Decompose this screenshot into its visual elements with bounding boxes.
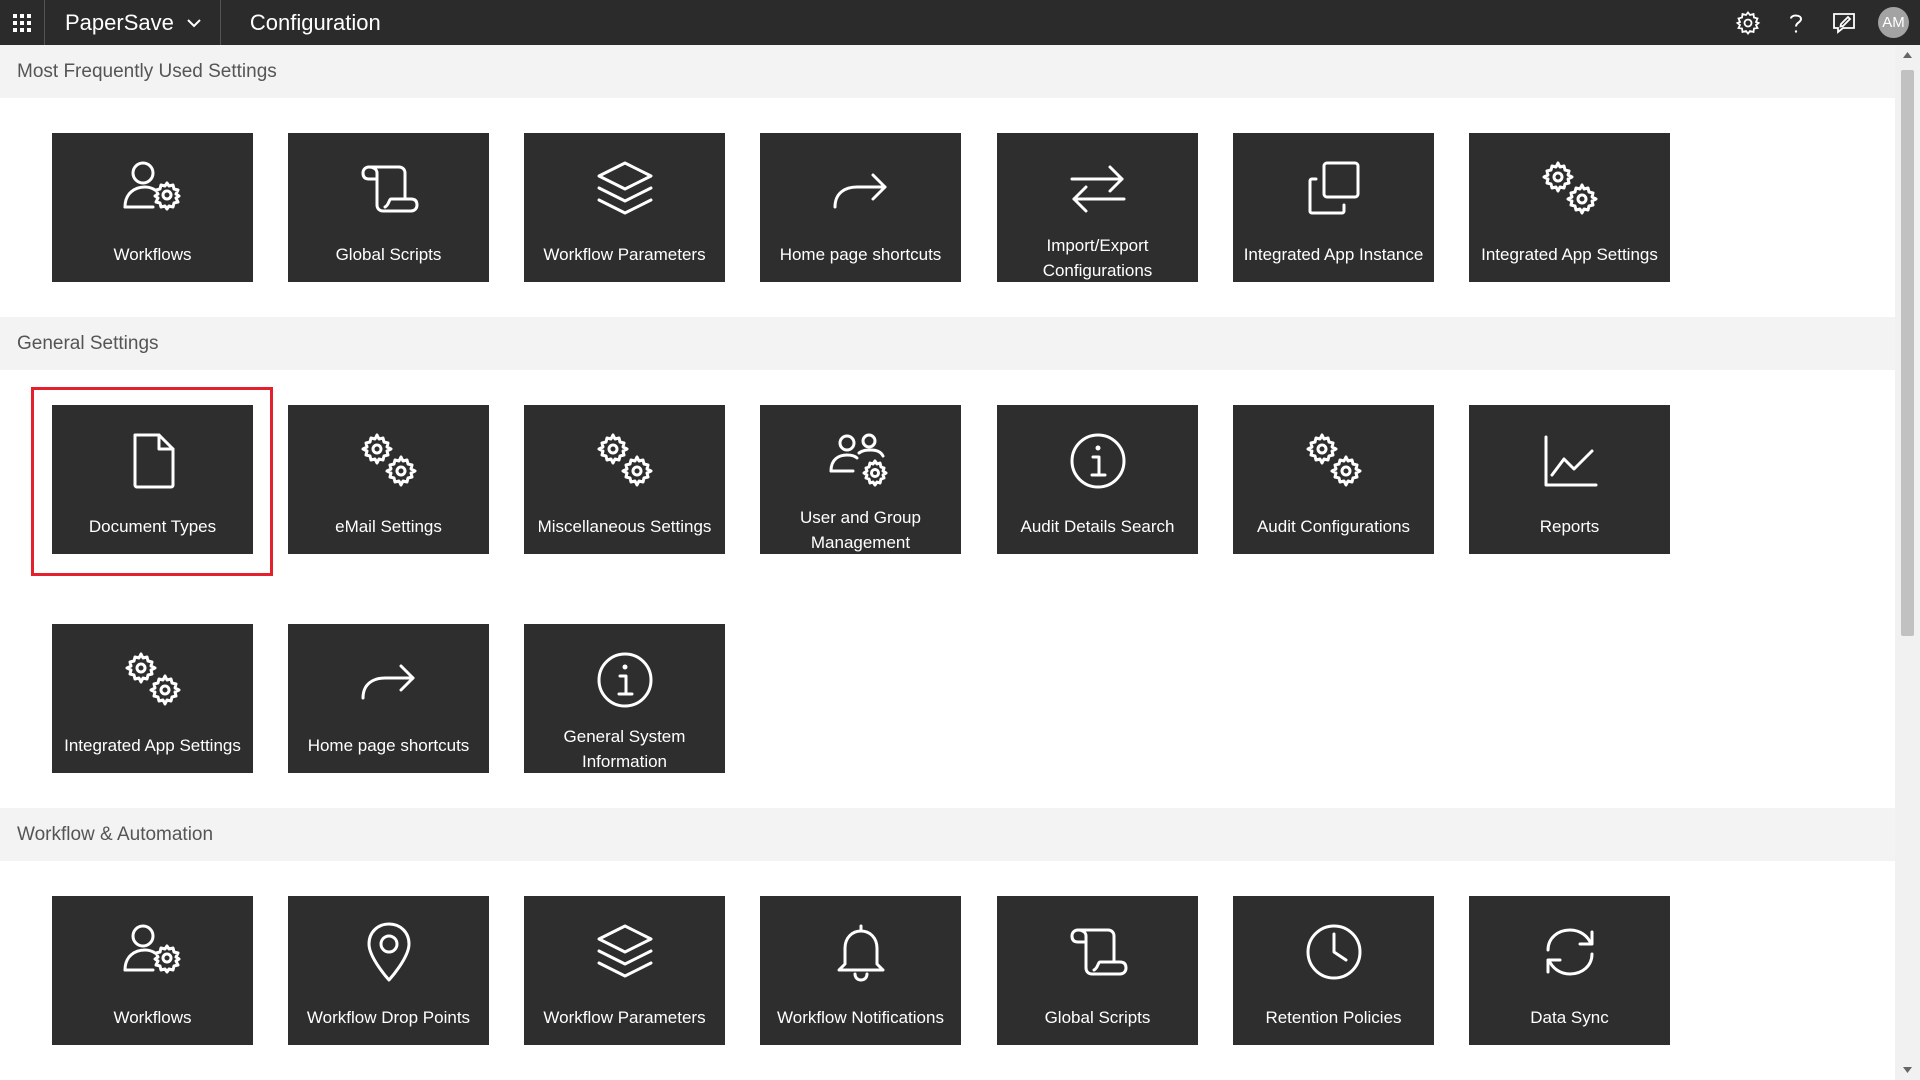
tile-workflow-notifications[interactable]: Workflow Notifications (760, 896, 961, 1045)
users-gear-icon (829, 433, 887, 487)
map-pin-icon (367, 922, 410, 982)
section-header-most-frequent: Most Frequently Used Settings (0, 45, 1895, 98)
tile-reports[interactable]: Reports (1469, 405, 1670, 554)
tile-home-page-shortcuts[interactable]: Home page shortcuts (760, 133, 961, 282)
vertical-scrollbar[interactable] (1895, 45, 1920, 1080)
layers-icon (597, 161, 652, 215)
tile-label: Integrated App Instance (1243, 244, 1424, 264)
tile-label: Workflows (113, 1007, 192, 1027)
scroll-down-button[interactable] (1895, 1060, 1920, 1080)
page-title: Configuration (249, 9, 381, 35)
clock-icon (1306, 924, 1361, 980)
tile-global-scripts-2[interactable]: Global Scripts (997, 896, 1198, 1045)
swap-arrows-icon (1070, 165, 1125, 213)
tile-integrated-app-settings[interactable]: Integrated App Settings (1469, 133, 1670, 282)
tile-label: Reports (1539, 516, 1600, 536)
tile-label: Workflow Drop Points (306, 1007, 471, 1027)
help-button[interactable] (1782, 9, 1810, 37)
tile-label: eMail Settings (335, 516, 442, 536)
scroll-icon (1070, 928, 1127, 976)
app-name: PaperSave (65, 9, 174, 35)
layers-icon (597, 924, 652, 978)
tile-miscellaneous-settings[interactable]: Miscellaneous Settings (524, 405, 725, 554)
tile-audit-details-search[interactable]: Audit Details Search (997, 405, 1198, 554)
tile-audit-configurations[interactable]: Audit Configurations (1233, 405, 1434, 554)
user-avatar[interactable]: AM (1878, 7, 1909, 38)
tile-label: User and Group Management (800, 508, 921, 552)
tile-integrated-app-settings-2[interactable]: Integrated App Settings (52, 624, 253, 773)
tile-data-sync[interactable]: Data Sync (1469, 896, 1670, 1045)
gears-icon (361, 433, 416, 487)
line-chart-icon (1544, 435, 1597, 487)
gears-icon (1542, 161, 1597, 215)
tile-label: Integrated App Settings (1481, 244, 1658, 264)
tile-label: Workflow Parameters (543, 244, 706, 264)
document-icon (133, 433, 174, 489)
gear-icon (1735, 10, 1761, 35)
copy-icon (1308, 161, 1359, 215)
tile-label: Data Sync (1530, 1007, 1609, 1027)
tile-import-export-configurations[interactable]: Import/Export Configurations (997, 133, 1198, 282)
gears-icon (597, 433, 652, 487)
tile-label: Integrated App Settings (64, 735, 241, 755)
help-icon (1790, 14, 1803, 33)
tile-email-settings[interactable]: eMail Settings (288, 405, 489, 554)
tile-label: Audit Configurations (1256, 516, 1411, 536)
tile-workflow-drop-points[interactable]: Workflow Drop Points (288, 896, 489, 1045)
bell-icon (837, 924, 884, 982)
tile-workflows-2[interactable]: Workflows (52, 896, 253, 1045)
section-header-workflow-automation: Workflow & Automation (0, 808, 1895, 861)
tile-workflows[interactable]: Workflows (52, 133, 253, 282)
tile-workflow-parameters-2[interactable]: Workflow Parameters (524, 896, 725, 1045)
tile-integrated-app-instance[interactable]: Integrated App Instance (1233, 133, 1434, 282)
tile-label: Document Types (88, 516, 217, 536)
caret-down-icon (1903, 1067, 1912, 1073)
tile-label: Home page shortcuts (779, 244, 942, 264)
tile-label: Global Scripts (335, 244, 442, 264)
tile-workflow-parameters[interactable]: Workflow Parameters (524, 133, 725, 282)
scroll-thumb[interactable] (1901, 70, 1914, 636)
tile-label: Workflows (113, 244, 192, 264)
feedback-button[interactable] (1830, 9, 1858, 37)
caret-up-icon (1903, 52, 1912, 58)
tile-label: Retention Policies (1265, 1007, 1402, 1027)
section-header-general-settings: General Settings (0, 317, 1895, 370)
chevron-down-icon (187, 18, 201, 27)
tile-document-types[interactable]: Document Types (52, 405, 253, 554)
top-bar: PaperSave Configuration AM (0, 0, 1920, 45)
tile-label: Home page shortcuts (307, 735, 470, 755)
user-gear-icon (123, 161, 180, 211)
tile-general-system-information[interactable]: General System Information (524, 624, 725, 773)
gears-icon (1306, 433, 1361, 487)
app-launcher-button[interactable] (0, 0, 45, 45)
arrow-forward-icon (833, 173, 886, 209)
tile-global-scripts[interactable]: Global Scripts (288, 133, 489, 282)
tile-label: Miscellaneous Settings (537, 516, 712, 536)
tile-label: Import/Export Configurations (1042, 236, 1153, 280)
info-icon (597, 652, 652, 708)
tile-label: Audit Details Search (1020, 516, 1175, 536)
top-right-actions: AM (1734, 0, 1920, 45)
settings-button[interactable] (1734, 9, 1762, 37)
info-icon (1070, 433, 1125, 489)
tile-home-page-shortcuts-2[interactable]: Home page shortcuts (288, 624, 489, 773)
scroll-up-button[interactable] (1895, 45, 1920, 65)
app-switcher[interactable]: PaperSave (45, 0, 221, 45)
tile-label: Global Scripts (1044, 1007, 1151, 1027)
tile-retention-policies[interactable]: Retention Policies (1233, 896, 1434, 1045)
gears-icon (125, 652, 180, 706)
tile-label: General System Information (563, 727, 686, 771)
arrow-forward-icon (361, 664, 414, 700)
waffle-icon (13, 13, 31, 32)
sync-icon (1546, 928, 1593, 976)
tile-label: Workflow Notifications (777, 1007, 944, 1027)
configuration-content: Most Frequently Used Settings Workflows … (0, 45, 1895, 1080)
scroll-icon (361, 165, 418, 213)
user-gear-icon (123, 924, 180, 974)
tile-user-and-group-management[interactable]: User and Group Management (760, 405, 961, 554)
feedback-icon (1833, 12, 1855, 34)
tile-label: Workflow Parameters (543, 1007, 706, 1027)
